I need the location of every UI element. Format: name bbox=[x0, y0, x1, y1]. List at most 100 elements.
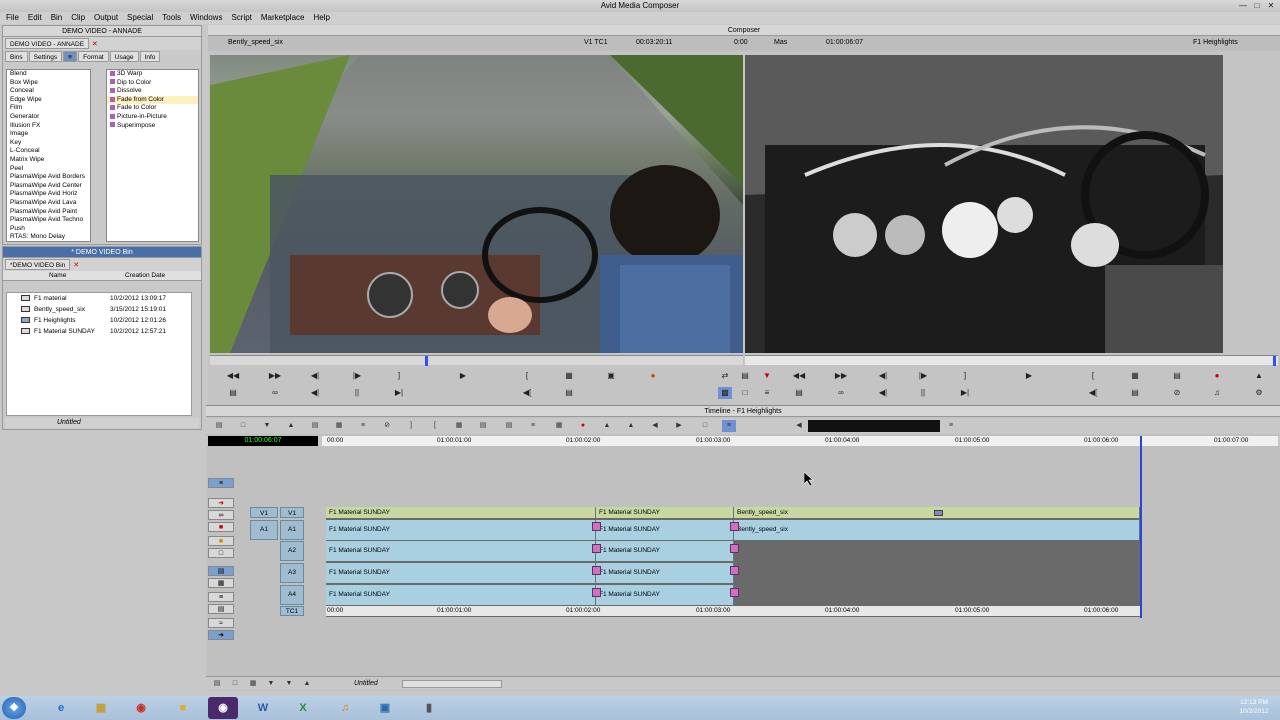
link-icon[interactable]: ∞ bbox=[208, 510, 234, 520]
effect-category-item[interactable]: Edge Wipe bbox=[7, 96, 90, 105]
effect-category-item[interactable]: Film bbox=[7, 104, 90, 113]
column-name[interactable]: Name bbox=[49, 271, 66, 281]
bin-row[interactable]: Bently_speed_six 3/15/2012 15:19:01 bbox=[7, 304, 191, 315]
avid-icon[interactable]: ◉ bbox=[208, 697, 238, 719]
source-position-indicator[interactable] bbox=[425, 356, 428, 366]
track-a1-source[interactable]: A1 bbox=[250, 520, 278, 540]
stop-icon[interactable]: ⊘ bbox=[1170, 387, 1184, 399]
column-creation-date[interactable]: Creation Date bbox=[125, 271, 165, 281]
transition-icon[interactable] bbox=[592, 544, 601, 553]
close-icon[interactable]: ✕ bbox=[1266, 1, 1276, 10]
effect-item[interactable]: Fade to Color bbox=[107, 104, 198, 113]
table-icon[interactable]: ▤ bbox=[208, 604, 234, 614]
menu-tools[interactable]: Tools bbox=[156, 12, 184, 24]
record-go-mark-icon[interactable]: ◀[ bbox=[1086, 387, 1100, 399]
toolbar-icon[interactable]: ≡ bbox=[722, 420, 736, 432]
record-monitor[interactable] bbox=[745, 55, 1223, 353]
toolbar-icon[interactable]: ▤ bbox=[212, 420, 226, 432]
menu-help[interactable]: Help bbox=[307, 12, 332, 24]
monitor-icon[interactable]: □ bbox=[208, 548, 234, 558]
bin-row[interactable]: F1 material 10/2/2012 13:09:17 bbox=[7, 293, 191, 304]
toolbar-icon[interactable]: □ bbox=[698, 420, 712, 432]
effect-category-item[interactable]: RTAS: Mono Delay bbox=[7, 233, 90, 242]
tab-usage[interactable]: Usage bbox=[109, 51, 139, 62]
step-back-icon[interactable]: ◀◀ bbox=[226, 370, 240, 382]
source-timecode[interactable]: 00:03:20:11 bbox=[636, 39, 672, 46]
footer-icon[interactable]: ▲ bbox=[300, 678, 314, 690]
position-indicator[interactable] bbox=[1140, 436, 1142, 618]
effect-category-item[interactable]: Box Wipe bbox=[7, 79, 90, 88]
menu-edit[interactable]: Edit bbox=[22, 12, 45, 24]
word-icon[interactable]: W bbox=[248, 697, 278, 719]
record-play-reverse-icon[interactable]: ◀| bbox=[876, 387, 890, 399]
footer-icon[interactable]: ▼ bbox=[264, 678, 278, 690]
jump-out-icon[interactable]: ▶| bbox=[392, 387, 406, 399]
toolbar-icon[interactable]: ▤ bbox=[502, 420, 516, 432]
toolbar-icon[interactable]: ▶ bbox=[672, 420, 686, 432]
bin-view-label[interactable]: Untitled bbox=[57, 419, 81, 426]
toolbar-icon[interactable]: ▦ bbox=[452, 420, 466, 432]
record-jump-out-icon[interactable]: ▶| bbox=[958, 387, 972, 399]
toolbar-icon[interactable]: ▲ bbox=[600, 420, 614, 432]
track-tc-label[interactable]: V1 TC1 bbox=[584, 39, 608, 46]
trim-mode-icon[interactable]: ▤ bbox=[226, 387, 240, 399]
transition-icon[interactable] bbox=[592, 566, 601, 575]
record-link-icon[interactable]: ∞ bbox=[834, 387, 848, 399]
pause-icon[interactable]: || bbox=[350, 387, 364, 399]
effect-category-item[interactable]: PlasmaWipe Avid Paint bbox=[7, 208, 90, 217]
splice-icon[interactable]: ▤ bbox=[738, 370, 752, 382]
effect-item[interactable]: Dissolve bbox=[107, 87, 198, 96]
effect-item[interactable]: Dip to Color bbox=[107, 79, 198, 88]
toolbar-icon[interactable]: ◀ bbox=[792, 420, 806, 432]
effect-category-item[interactable]: PlasmaWipe Avid Techno bbox=[7, 216, 90, 225]
explorer-icon[interactable]: ▦ bbox=[86, 697, 116, 719]
source-clip-name[interactable]: Bently_speed_six bbox=[228, 39, 283, 46]
effect-category-item[interactable]: L-Conceal bbox=[7, 147, 90, 156]
effect-category-item[interactable]: PlasmaWipe Avid Center bbox=[7, 182, 90, 191]
transition-icon[interactable] bbox=[730, 588, 739, 597]
mark-in-icon[interactable]: [ bbox=[520, 370, 534, 382]
record-mark-out-icon[interactable]: ] bbox=[958, 370, 972, 382]
effect-category-item[interactable]: Key bbox=[7, 139, 90, 148]
record-step-back-icon[interactable]: ◀◀ bbox=[792, 370, 806, 382]
menu-lines-icon[interactable]: ≡ bbox=[760, 387, 774, 399]
record-icon[interactable]: ● bbox=[576, 420, 590, 432]
mas-label[interactable]: Mas bbox=[774, 39, 787, 46]
effect-category-item[interactable]: Blend bbox=[7, 70, 90, 79]
toolbar-icon[interactable]: ] bbox=[404, 420, 418, 432]
usb-icon[interactable]: ▮ bbox=[414, 697, 444, 719]
timeline-clip[interactable]: F1 Material SUNDAY bbox=[596, 585, 734, 605]
tab-effects-icon[interactable]: ≡ bbox=[63, 51, 78, 62]
transition-icon[interactable] bbox=[730, 544, 739, 553]
record-play-sequence-icon[interactable]: ▶ bbox=[1022, 370, 1036, 382]
maximize-icon[interactable]: □ bbox=[1252, 1, 1262, 10]
settings-icon[interactable]: ⚙ bbox=[1252, 387, 1266, 399]
yellow-icon[interactable]: ■ bbox=[208, 536, 234, 546]
lines-icon[interactable]: ≡ bbox=[208, 592, 234, 602]
track-v1-record[interactable]: V1 bbox=[280, 507, 304, 518]
toolbar-icon[interactable]: ⊘ bbox=[380, 420, 394, 432]
effect-category-item[interactable]: Matrix Wipe bbox=[7, 156, 90, 165]
mas-timecode[interactable]: 01:00:06:07 bbox=[826, 39, 863, 46]
media-icon[interactable]: ♫ bbox=[330, 697, 360, 719]
go-to-mark-icon[interactable]: ◀[ bbox=[520, 387, 534, 399]
wave-icon[interactable]: ≈ bbox=[208, 618, 234, 628]
chrome-icon[interactable]: ◉ bbox=[126, 697, 156, 719]
track-a4-record[interactable]: A4 bbox=[280, 585, 304, 605]
transition-icon[interactable] bbox=[730, 566, 739, 575]
transition-icon[interactable] bbox=[730, 522, 739, 531]
footer-icon[interactable]: ▦ bbox=[246, 678, 260, 690]
timeline-view-label[interactable]: Untitled bbox=[354, 680, 378, 687]
effect-category-item[interactable]: Image bbox=[7, 130, 90, 139]
record-icon[interactable]: ● bbox=[646, 370, 660, 382]
track-a3-record[interactable]: A3 bbox=[280, 563, 304, 583]
timeline-scroll-display[interactable] bbox=[808, 420, 940, 432]
toolbar-icon[interactable]: ▦ bbox=[332, 420, 346, 432]
match-frame-icon[interactable]: ▣ bbox=[604, 370, 618, 382]
footer-icon[interactable]: ▼ bbox=[282, 678, 296, 690]
current-timecode[interactable]: 01:00:06:07 bbox=[208, 436, 318, 446]
timeline-clip[interactable]: F1 Material SUNDAY bbox=[596, 507, 734, 518]
record-go-in-icon[interactable]: ◀| bbox=[876, 370, 890, 382]
source-record-toggle-icon[interactable]: ▩ bbox=[718, 387, 732, 399]
record-mark-clip-icon[interactable]: ▦ bbox=[1128, 370, 1142, 382]
